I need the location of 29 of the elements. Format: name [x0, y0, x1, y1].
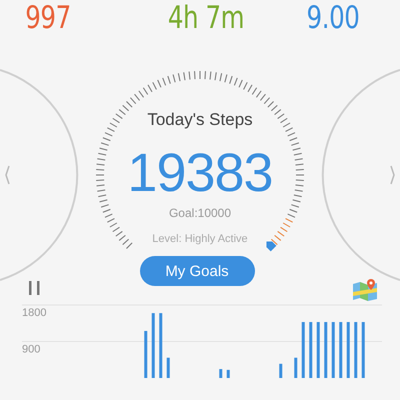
activity-level: Level: Highly Active — [152, 232, 248, 246]
goal-text: Goal:10000 — [168, 206, 232, 220]
chart-bar — [159, 313, 162, 378]
gauge-title: Today's Steps — [147, 110, 253, 130]
chart-bar — [316, 322, 320, 378]
chart-bar — [219, 369, 222, 378]
chart-bar — [279, 364, 282, 378]
chart-bar — [309, 322, 312, 378]
stat-value: 997 — [24, 0, 72, 36]
chart-bar — [324, 322, 328, 378]
step-count: 19383 — [127, 145, 273, 201]
pause-icon[interactable] — [28, 280, 42, 296]
chart-bar — [362, 322, 365, 378]
chart-bar — [302, 322, 305, 378]
chart-bar — [339, 322, 342, 378]
map-icon[interactable] — [352, 278, 378, 302]
axis-label: 900 — [22, 344, 40, 356]
chart-bar — [152, 313, 155, 378]
stat-value: 9.00 — [306, 0, 360, 36]
chart-bar — [166, 358, 170, 378]
chart-bar — [144, 330, 148, 378]
axis-label: 1800 — [22, 307, 46, 319]
chart-bar — [226, 370, 230, 378]
chart-bar — [332, 322, 335, 378]
chart-bar — [346, 322, 350, 378]
my-goals-button[interactable]: My Goals — [140, 256, 254, 286]
chart-bar — [294, 358, 298, 378]
stat-value: 4h 7m — [166, 0, 246, 36]
chart-bar — [354, 322, 358, 378]
